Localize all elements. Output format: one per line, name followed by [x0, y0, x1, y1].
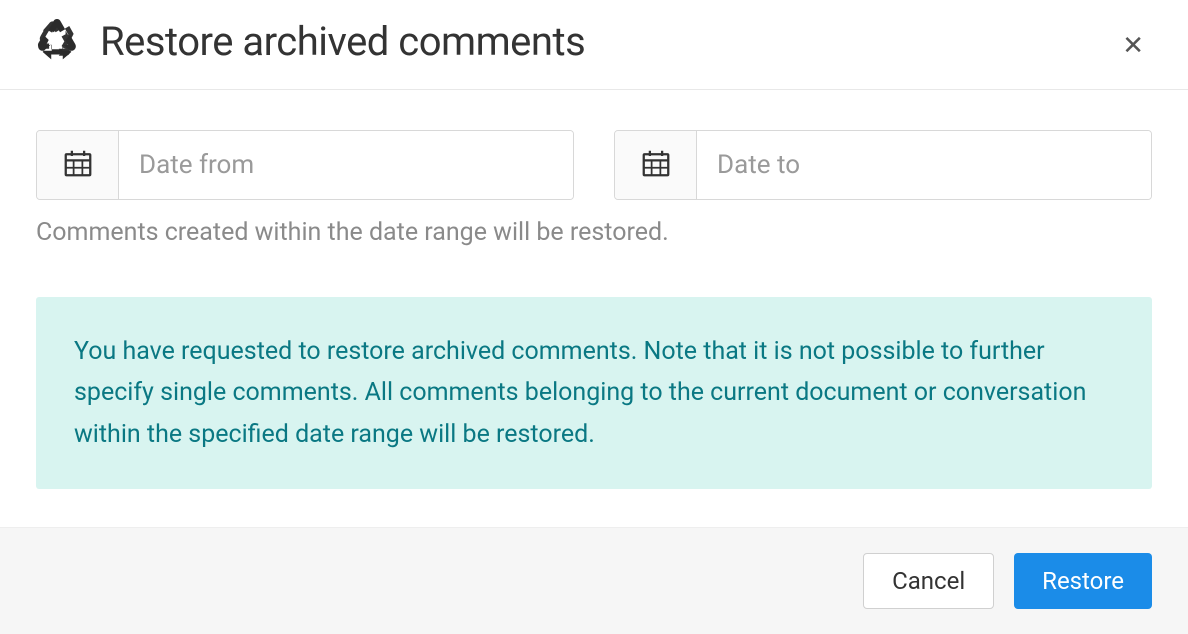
modal-header: Restore archived comments ✕: [0, 0, 1188, 90]
modal-footer: Cancel Restore: [0, 527, 1188, 634]
close-icon: ✕: [1122, 30, 1144, 60]
date-from-addon: [37, 131, 119, 199]
info-message: You have requested to restore archived c…: [74, 331, 1114, 455]
date-to-group: [614, 130, 1152, 200]
helper-text: Comments created within the date range w…: [36, 218, 1152, 247]
info-box: You have requested to restore archived c…: [36, 297, 1152, 489]
date-range-inputs: [36, 130, 1152, 200]
date-to-input[interactable]: [697, 131, 1151, 199]
header-left: Restore archived comments: [36, 18, 585, 65]
modal-title: Restore archived comments: [100, 18, 585, 65]
date-to-addon: [615, 131, 697, 199]
recycle-icon-main: [36, 19, 78, 65]
modal-body: Comments created within the date range w…: [0, 90, 1188, 525]
date-from-input[interactable]: [119, 131, 573, 199]
calendar-icon: [64, 149, 92, 181]
close-button[interactable]: ✕: [1114, 28, 1152, 62]
calendar-icon: [642, 149, 670, 181]
restore-button[interactable]: Restore: [1014, 553, 1152, 609]
date-from-group: [36, 130, 574, 200]
cancel-button[interactable]: Cancel: [863, 553, 994, 609]
